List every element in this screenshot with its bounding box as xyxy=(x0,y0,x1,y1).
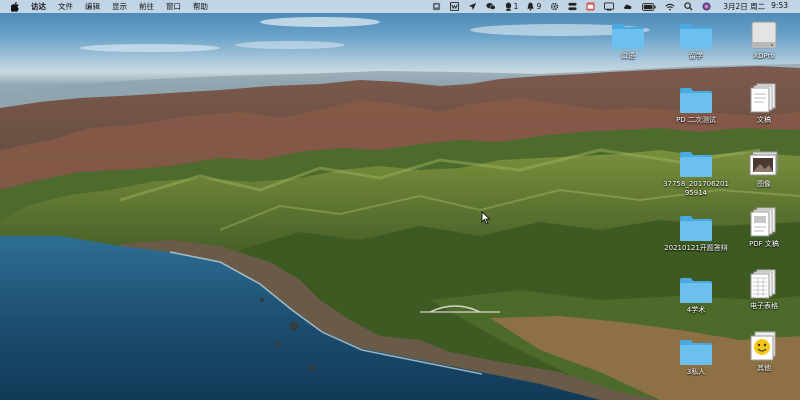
desktop-icon-label: 文稿 xyxy=(757,116,771,124)
cloud-sync-icon[interactable] xyxy=(623,0,633,13)
desktop-stack-documents[interactable]: 文稿 xyxy=(729,82,799,125)
spreadsheet-stack-icon xyxy=(746,268,782,300)
menu-clock[interactable]: 3月2日 周二 9:53 xyxy=(723,1,788,12)
qq-status[interactable]: 1 xyxy=(505,0,519,13)
folder-icon xyxy=(678,334,714,366)
send-arrow-icon[interactable] xyxy=(468,0,477,13)
notification-count: 9 xyxy=(536,2,542,11)
desktop-stack-pdf[interactable]: PDF 文稿 xyxy=(729,206,799,249)
desktop-icon-label: 20210121开题答辩 xyxy=(664,244,728,252)
wps-icon[interactable] xyxy=(449,0,459,13)
desktop-folder-private[interactable]: 3私人 xyxy=(661,334,731,377)
desktop-icon-label: 其他 xyxy=(757,364,771,372)
menu-file[interactable]: 文件 xyxy=(58,0,73,13)
desktop-folder-academic[interactable]: 4学术 xyxy=(661,272,731,315)
desktop-icon-label: PDF 文稿 xyxy=(749,240,779,248)
pdf-stack-icon xyxy=(746,206,782,238)
desktop-icon-label: 4学术 xyxy=(686,306,706,314)
menu-bar: 访达 文件 编辑 显示 前往 窗口 帮助 1 9 3月2日 周二 9:53 xyxy=(0,0,800,13)
screen-capture-icon[interactable] xyxy=(604,0,615,13)
apple-logo-icon[interactable] xyxy=(11,1,20,12)
hard-drive-icon xyxy=(746,18,782,50)
image-stack-icon xyxy=(746,146,782,178)
siri-icon[interactable] xyxy=(702,0,711,13)
gear-icon[interactable] xyxy=(550,0,559,13)
folder-icon xyxy=(678,18,714,50)
folder-icon xyxy=(610,18,646,50)
search-icon[interactable] xyxy=(684,0,693,13)
wifi-icon[interactable] xyxy=(665,0,675,13)
desktop-drive-xdpro[interactable]: XDPro xyxy=(729,18,799,61)
control-switch-icon[interactable] xyxy=(568,0,577,13)
disk-status-icon[interactable] xyxy=(432,0,441,13)
desktop-stack-spreadsheets[interactable]: 电子表格 xyxy=(729,268,799,311)
desktop-stack-other[interactable]: 其他 xyxy=(729,330,799,373)
desktop-icon-label: PD 二次测试 xyxy=(676,116,716,124)
desktop-folder-study-abroad[interactable]: 留学 xyxy=(661,18,731,61)
folder-icon xyxy=(678,210,714,242)
qq-badge-count: 1 xyxy=(513,2,519,11)
desktop-folder-37758[interactable]: 37758_20170620195914 xyxy=(661,146,731,198)
photo-app-icon[interactable] xyxy=(586,0,595,13)
wechat-icon[interactable] xyxy=(486,0,496,13)
menu-left: 访达 文件 编辑 显示 前往 窗口 帮助 xyxy=(0,0,220,13)
clock-time: 9:53 xyxy=(771,1,788,10)
battery-icon[interactable] xyxy=(642,0,656,13)
mouse-pointer-icon xyxy=(481,211,491,225)
other-stack-icon xyxy=(746,330,782,362)
status-area: 1 9 3月2日 周二 9:53 xyxy=(432,0,788,13)
desktop-icon-label: 3私人 xyxy=(686,368,706,376)
folder-icon xyxy=(678,82,714,114)
menu-view[interactable]: 显示 xyxy=(112,0,127,13)
menu-finder[interactable]: 访达 xyxy=(31,0,46,13)
desktop-icon-label: 留学 xyxy=(689,52,703,60)
desktop-stack-images[interactable]: 图像 xyxy=(729,146,799,189)
desktop-folder-pd-test[interactable]: PD 二次测试 xyxy=(661,82,731,125)
menu-go[interactable]: 前往 xyxy=(139,0,154,13)
notification-status[interactable]: 9 xyxy=(527,0,541,13)
clock-date: 3月2日 周二 xyxy=(723,2,766,11)
desktop-icon-label: XDPro xyxy=(753,52,775,60)
menu-window[interactable]: 窗口 xyxy=(166,0,181,13)
desktop-folder-thesis-defense[interactable]: 20210121开题答辩 xyxy=(661,210,731,253)
folder-icon xyxy=(678,272,714,304)
document-stack-icon xyxy=(746,82,782,114)
folder-icon xyxy=(678,146,714,178)
desktop-icon-label: 口语 xyxy=(621,52,635,60)
menu-help[interactable]: 帮助 xyxy=(193,0,208,13)
menu-edit[interactable]: 编辑 xyxy=(85,0,100,13)
desktop-icon-label: 电子表格 xyxy=(750,302,778,310)
desktop-folder-oral[interactable]: 口语 xyxy=(593,18,663,61)
desktop-icon-label: 37758_20170620195914 xyxy=(663,180,729,197)
desktop-icon-label: 图像 xyxy=(757,180,771,188)
